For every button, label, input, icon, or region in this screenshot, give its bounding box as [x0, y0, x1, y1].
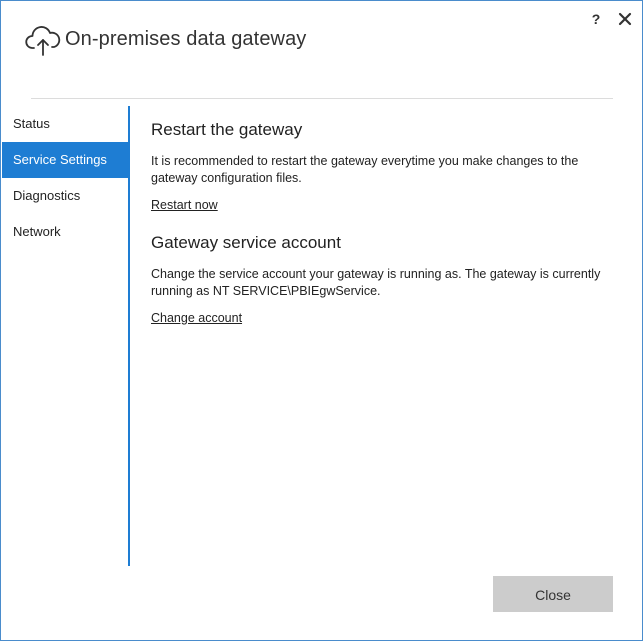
sidebar-item-diagnostics[interactable]: Diagnostics [2, 178, 128, 214]
sidebar-item-network[interactable]: Network [2, 214, 128, 250]
header-divider [31, 98, 613, 99]
cloud-upload-icon [25, 26, 61, 56]
restart-section-title: Restart the gateway [151, 120, 303, 139]
sidebar-nav: Status Service Settings Diagnostics Netw… [2, 106, 128, 566]
service-account-section: Gateway service account Change the servi… [151, 232, 621, 327]
sidebar-item-service-settings[interactable]: Service Settings [2, 142, 128, 178]
restart-section-description: It is recommended to restart the gateway… [151, 154, 579, 185]
main-content: Restart the gateway It is recommended to… [151, 119, 621, 327]
close-icon[interactable] [615, 9, 635, 29]
service-account-section-description: Change the service account your gateway … [151, 267, 601, 298]
help-button[interactable]: ? [587, 9, 605, 29]
restart-section: Restart the gateway It is recommended to… [151, 119, 621, 214]
service-account-section-title: Gateway service account [151, 233, 341, 252]
sidebar-divider [128, 106, 130, 566]
restart-now-link[interactable]: Restart now [151, 198, 218, 212]
window-title: On-premises data gateway [65, 28, 307, 50]
close-button[interactable]: Close [493, 576, 613, 612]
sidebar-item-status[interactable]: Status [2, 106, 128, 142]
gateway-window: On-premises data gateway ? Status Servic… [0, 0, 643, 641]
change-account-link[interactable]: Change account [151, 311, 242, 325]
